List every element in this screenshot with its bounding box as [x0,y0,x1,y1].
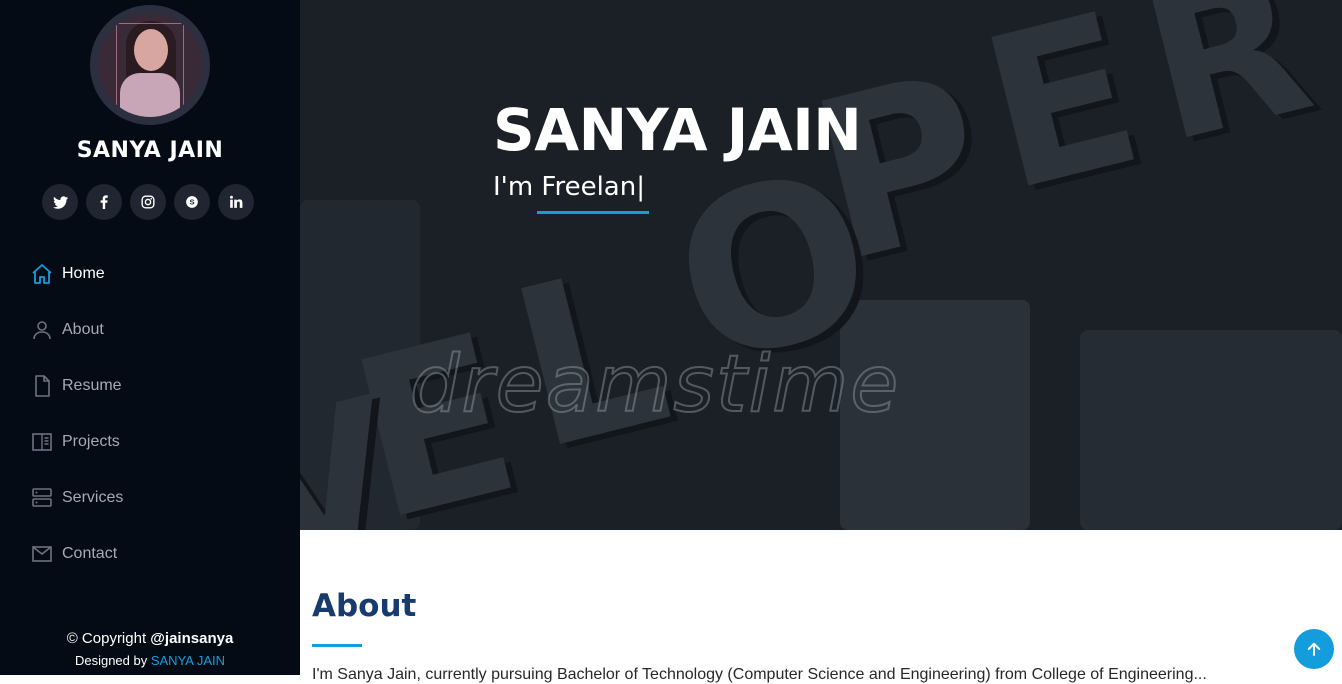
nav-label-resume: Resume [62,377,122,394]
about-heading: About [312,588,417,624]
social-links: S [42,184,254,220]
hero-section: P E R O L E V dreamstime SANYA JAIN I'm … [300,0,1342,530]
sidebar-footer: © Copyright @jainsanya Designed by SANYA… [0,630,300,668]
hero-underline [537,211,649,214]
hero-title: SANYA JAIN [493,96,862,164]
copyright-handle: @jainsanya [150,630,234,647]
profile-avatar [90,5,210,125]
svg-text:S: S [189,198,194,207]
nav-label-contact: Contact [62,545,118,562]
sidebar: SANYA JAIN S Home About Resume Projects … [0,0,300,675]
envelope-icon [32,546,52,562]
nav-label-services: Services [62,489,124,506]
file-icon [35,375,50,397]
sidebar-name: SANYA JAIN [76,138,224,163]
skype-icon[interactable]: S [174,184,210,220]
hero-typed-text: I'm Freelan| [493,172,645,202]
back-to-top-button[interactable] [1294,629,1334,669]
about-underline [312,644,362,647]
arrow-up-icon [1307,642,1321,656]
server-icon [32,488,52,507]
facebook-icon[interactable] [86,184,122,220]
nav-item-resume[interactable]: Resume [30,358,123,414]
home-icon [32,264,52,284]
twitter-icon[interactable] [42,184,78,220]
nav-item-home[interactable]: Home [30,246,123,302]
nav-label-about: About [62,321,104,338]
book-icon [32,433,52,451]
person-icon [33,321,51,340]
designed-by: Designed by SANYA JAIN [74,653,226,668]
nav-item-projects[interactable]: Projects [30,414,123,470]
nav-label-projects: Projects [62,433,120,450]
nav-label-home: Home [62,265,105,282]
about-text: I'm Sanya Jain, currently pursuing Bache… [312,666,1207,683]
copyright-text: © Copyright @jainsanya [66,630,234,647]
designer-link[interactable]: SANYA JAIN [151,653,225,668]
nav-item-contact[interactable]: Contact [30,526,123,582]
instagram-icon[interactable] [130,184,166,220]
hero-watermark: dreamstime [409,339,901,431]
linkedin-icon[interactable] [218,184,254,220]
nav-item-about[interactable]: About [30,302,123,358]
main-nav: Home About Resume Projects Services Cont… [30,246,123,582]
nav-item-services[interactable]: Services [30,470,123,526]
